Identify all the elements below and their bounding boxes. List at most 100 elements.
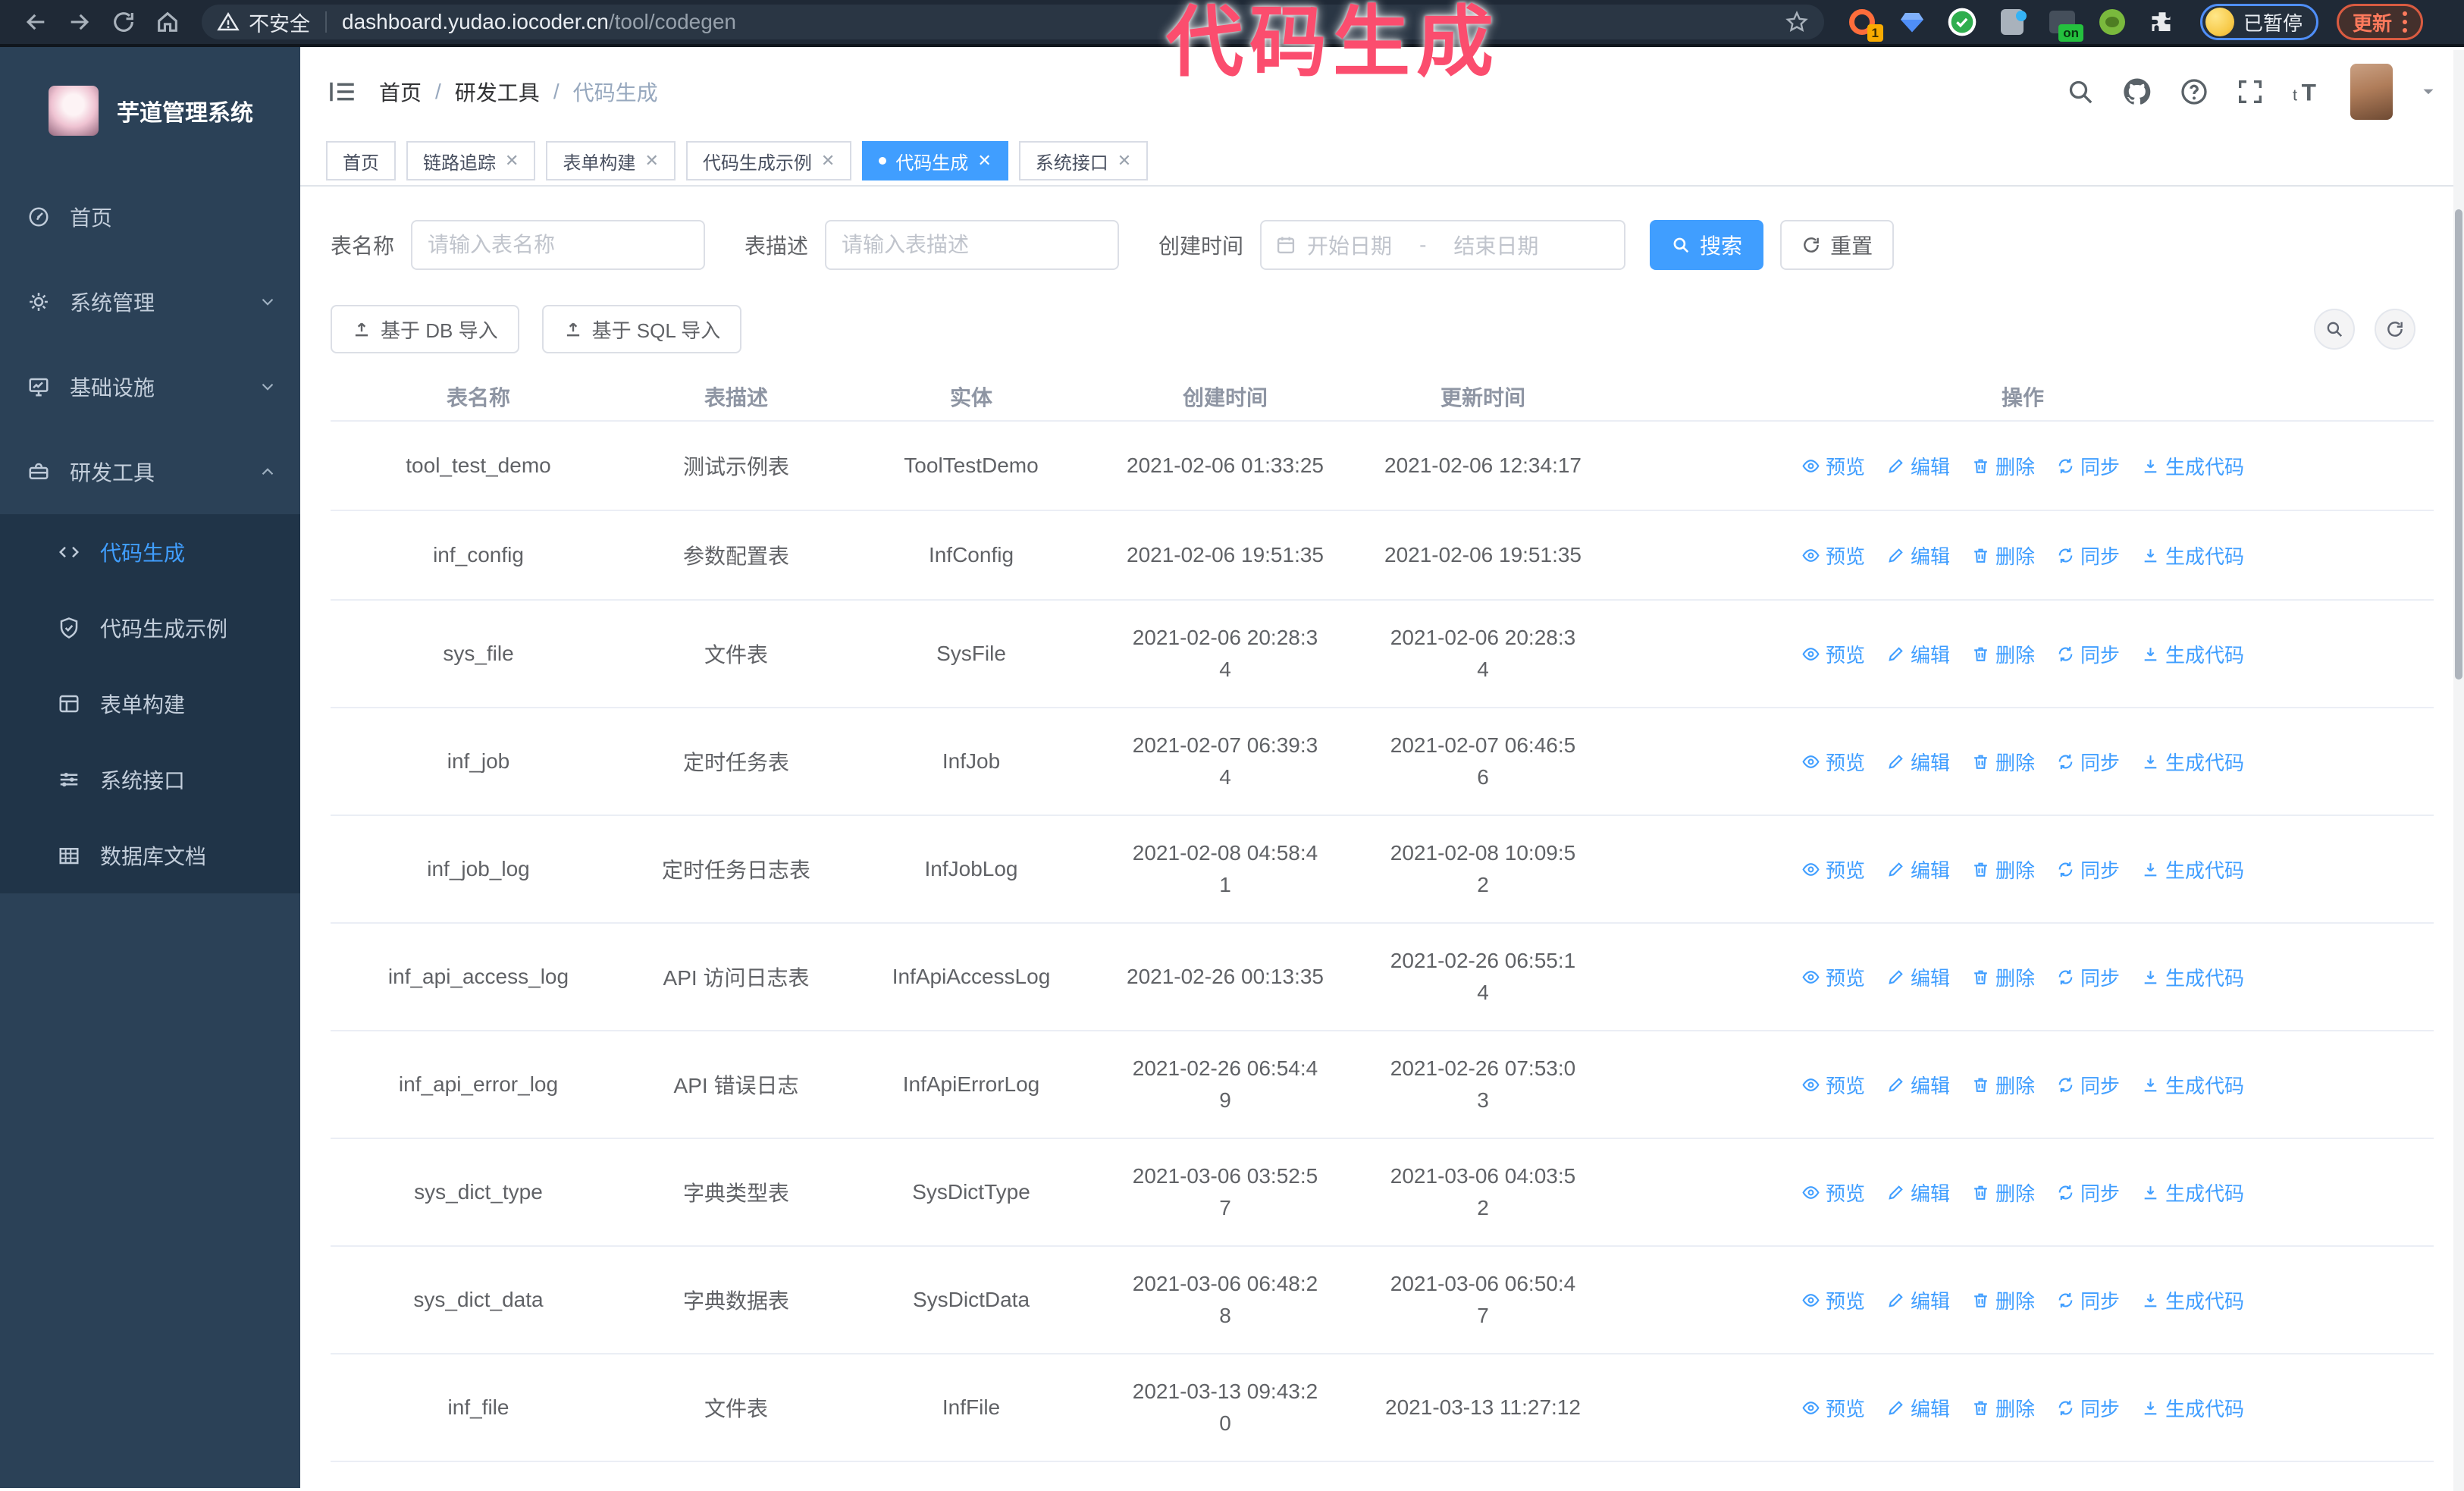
delete-link[interactable]: 删除 xyxy=(1971,452,2035,480)
generate-code-link[interactable]: 生成代码 xyxy=(2141,1071,2244,1099)
browser-address-bar[interactable]: 不安全 dashboard.yudao.iocoder.cn/tool/code… xyxy=(202,5,1824,39)
preview-link[interactable]: 预览 xyxy=(1801,1286,1865,1314)
page-scrollbar[interactable] xyxy=(2453,50,2464,1491)
sidebar-item-dev-tools[interactable]: 研发工具 xyxy=(0,429,300,514)
sync-link[interactable]: 同步 xyxy=(2056,1286,2120,1314)
sync-link[interactable]: 同步 xyxy=(2056,541,2120,570)
browser-forward-button[interactable] xyxy=(58,5,102,39)
sidebar-fold-icon[interactable] xyxy=(326,76,358,108)
tab-trace[interactable]: 链路追踪 xyxy=(406,141,536,180)
delete-link[interactable]: 删除 xyxy=(1971,963,2035,991)
preview-link[interactable]: 预览 xyxy=(1801,748,1865,776)
font-size-icon[interactable]: tT xyxy=(2291,77,2324,107)
delete-link[interactable]: 删除 xyxy=(1971,640,2035,668)
sync-link[interactable]: 同步 xyxy=(2056,1394,2120,1422)
generate-code-link[interactable]: 生成代码 xyxy=(2141,640,2244,668)
edit-link[interactable]: 编辑 xyxy=(1886,640,1950,668)
delete-link[interactable]: 删除 xyxy=(1971,1071,2035,1099)
sidebar-item-home[interactable]: 首页 xyxy=(0,174,300,259)
edit-link[interactable]: 编辑 xyxy=(1886,855,1950,884)
tab-system-api[interactable]: 系统接口 xyxy=(1018,141,1149,180)
generate-code-link[interactable]: 生成代码 xyxy=(2141,1394,2244,1422)
preview-link[interactable]: 预览 xyxy=(1801,855,1865,884)
sidebar-item-infrastructure[interactable]: 基础设施 xyxy=(0,344,300,429)
header-search-icon[interactable] xyxy=(2065,77,2096,107)
security-status[interactable]: 不安全 xyxy=(217,8,310,37)
extension-monkey-icon[interactable] xyxy=(2097,7,2127,37)
browser-back-button[interactable] xyxy=(14,5,58,39)
delete-link[interactable]: 删除 xyxy=(1971,1394,2035,1422)
sync-link[interactable]: 同步 xyxy=(2056,1071,2120,1099)
browser-profile-button[interactable]: 已暂停 xyxy=(2200,4,2319,40)
delete-link[interactable]: 删除 xyxy=(1971,541,2035,570)
delete-link[interactable]: 删除 xyxy=(1971,748,2035,776)
delete-link[interactable]: 删除 xyxy=(1971,1179,2035,1207)
sidebar-item-form-builder[interactable]: 表单构建 xyxy=(0,666,300,742)
generate-code-link[interactable]: 生成代码 xyxy=(2141,855,2244,884)
generate-code-link[interactable]: 生成代码 xyxy=(2141,1179,2244,1207)
close-tab-icon[interactable] xyxy=(821,152,835,169)
bookmark-star-icon[interactable] xyxy=(1785,10,1809,34)
generate-code-link[interactable]: 生成代码 xyxy=(2141,452,2244,480)
browser-reload-button[interactable] xyxy=(102,5,146,39)
extension-orange-icon[interactable]: 1 xyxy=(1847,7,1883,42)
edit-link[interactable]: 编辑 xyxy=(1886,452,1950,480)
extension-check-icon[interactable] xyxy=(1947,7,1977,37)
edit-link[interactable]: 编辑 xyxy=(1886,1394,1950,1422)
search-button[interactable]: 搜索 xyxy=(1650,220,1764,270)
breadcrumb-home[interactable]: 首页 xyxy=(379,77,422,107)
breadcrumb-dev-tools[interactable]: 研发工具 xyxy=(455,77,540,107)
sync-link[interactable]: 同步 xyxy=(2056,855,2120,884)
generate-code-link[interactable]: 生成代码 xyxy=(2141,748,2244,776)
sidebar-item-db-docs[interactable]: 数据库文档 xyxy=(0,818,300,893)
tab-codegen-example[interactable]: 代码生成示例 xyxy=(685,141,852,180)
browser-home-button[interactable] xyxy=(146,5,190,39)
scrollbar-thumb[interactable] xyxy=(2455,209,2462,680)
delete-link[interactable]: 删除 xyxy=(1971,855,2035,884)
extensions-puzzle-icon[interactable] xyxy=(2147,7,2177,37)
sidebar-item-system[interactable]: 系统管理 xyxy=(0,259,300,344)
generate-code-link[interactable]: 生成代码 xyxy=(2141,963,2244,991)
edit-link[interactable]: 编辑 xyxy=(1886,1179,1950,1207)
preview-link[interactable]: 预览 xyxy=(1801,541,1865,570)
github-icon[interactable] xyxy=(2121,76,2153,108)
import-db-button[interactable]: 基于 DB 导入 xyxy=(331,305,519,353)
close-tab-icon[interactable] xyxy=(1118,152,1131,169)
import-sql-button[interactable]: 基于 SQL 导入 xyxy=(541,305,742,353)
close-tab-icon[interactable] xyxy=(505,152,519,169)
help-icon[interactable] xyxy=(2179,77,2209,107)
edit-link[interactable]: 编辑 xyxy=(1886,1286,1950,1314)
extension-gem-icon[interactable] xyxy=(1897,7,1927,37)
user-avatar[interactable] xyxy=(2350,64,2393,120)
preview-link[interactable]: 预览 xyxy=(1801,452,1865,480)
close-tab-icon[interactable] xyxy=(644,152,658,169)
sidebar-item-codegen[interactable]: 代码生成 xyxy=(0,514,300,590)
table-name-input[interactable] xyxy=(411,220,706,270)
sync-link[interactable]: 同步 xyxy=(2056,748,2120,776)
tab-home[interactable]: 首页 xyxy=(326,141,396,180)
preview-link[interactable]: 预览 xyxy=(1801,1394,1865,1422)
sync-link[interactable]: 同步 xyxy=(2056,452,2120,480)
edit-link[interactable]: 编辑 xyxy=(1886,541,1950,570)
reset-button[interactable]: 重置 xyxy=(1780,220,1895,270)
generate-code-link[interactable]: 生成代码 xyxy=(2141,1286,2244,1314)
toggle-search-button[interactable] xyxy=(2314,309,2355,350)
app-logo-row[interactable]: 芋道管理系统 xyxy=(0,47,300,174)
preview-link[interactable]: 预览 xyxy=(1801,963,1865,991)
close-tab-icon[interactable] xyxy=(977,152,991,169)
sync-link[interactable]: 同步 xyxy=(2056,963,2120,991)
preview-link[interactable]: 预览 xyxy=(1801,1071,1865,1099)
edit-link[interactable]: 编辑 xyxy=(1886,1071,1950,1099)
extension-switch-icon[interactable]: on xyxy=(2047,7,2083,42)
tab-codegen[interactable]: 代码生成 xyxy=(862,141,1008,180)
sync-link[interactable]: 同步 xyxy=(2056,1179,2120,1207)
sync-link[interactable]: 同步 xyxy=(2056,640,2120,668)
generate-code-link[interactable]: 生成代码 xyxy=(2141,541,2244,570)
fullscreen-icon[interactable] xyxy=(2235,77,2265,107)
delete-link[interactable]: 删除 xyxy=(1971,1286,2035,1314)
avatar-caret-down-icon[interactable] xyxy=(2419,82,2438,102)
preview-link[interactable]: 预览 xyxy=(1801,1179,1865,1207)
date-range-picker[interactable]: 开始日期 - 结束日期 xyxy=(1260,220,1626,270)
tab-form-builder[interactable]: 表单构建 xyxy=(546,141,676,180)
refresh-table-button[interactable] xyxy=(2375,309,2415,350)
